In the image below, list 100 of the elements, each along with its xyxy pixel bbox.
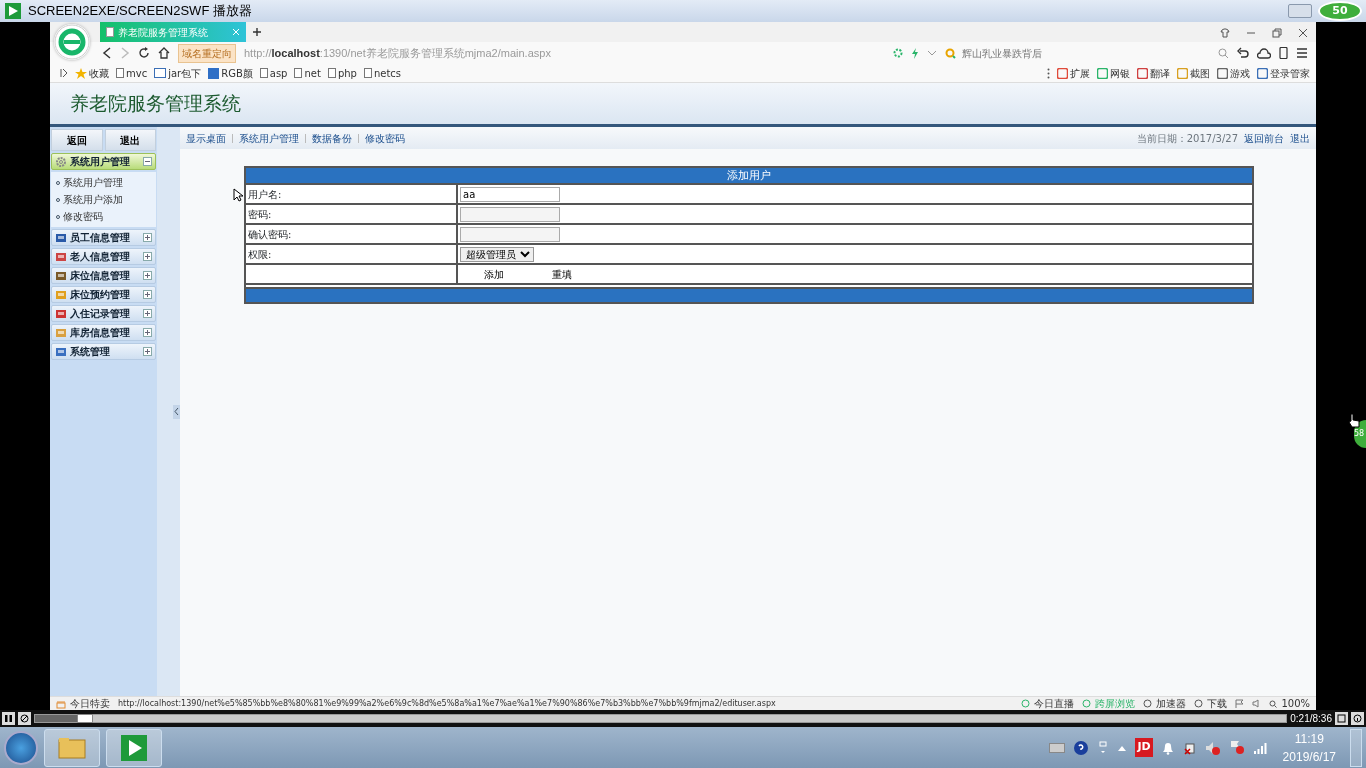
display-icon[interactable] <box>1097 740 1110 755</box>
jd-tray-icon[interactable]: JD <box>1135 738 1153 757</box>
minimize-button[interactable] <box>1288 4 1312 18</box>
nav-link[interactable]: 系统用户管理 <box>239 130 299 146</box>
sidebar-button[interactable]: 返回 <box>51 129 103 151</box>
sidebar-button[interactable]: 退出 <box>104 129 156 151</box>
role-select[interactable]: 超级管理员 <box>460 246 534 262</box>
reload-icon[interactable] <box>138 47 150 59</box>
field-label: 用户名: <box>245 184 457 204</box>
undo-icon[interactable] <box>1237 47 1249 59</box>
expand-icon[interactable] <box>143 347 152 356</box>
restore-icon[interactable] <box>1272 28 1282 38</box>
bookmark-link[interactable]: netcs <box>363 65 402 81</box>
speaker-icon[interactable] <box>1252 699 1262 708</box>
expand-icon[interactable] <box>143 252 152 261</box>
sidebar-toggle-icon[interactable] <box>60 68 68 78</box>
pause-button[interactable] <box>2 712 15 725</box>
expand-icon[interactable] <box>143 290 152 299</box>
bookmark-link[interactable]: 收藏 <box>75 65 109 81</box>
more-icon[interactable] <box>1047 67 1050 79</box>
password-field[interactable] <box>460 226 560 242</box>
submenu-link[interactable]: 系统用户管理 <box>51 174 156 191</box>
menu-header[interactable]: 库房信息管理 <box>51 324 156 341</box>
taskbar-app[interactable] <box>106 728 162 767</box>
chevron-down-icon[interactable] <box>927 49 937 57</box>
zoom-control[interactable]: 100% <box>1269 696 1310 711</box>
bookmark-link[interactable]: RGB颜 <box>208 65 253 81</box>
bookmark-link[interactable]: jar包下 <box>154 65 202 81</box>
status-link[interactable]: 加速器 <box>1143 696 1187 711</box>
field-label: 密码: <box>245 204 457 224</box>
folder-icon <box>55 326 67 339</box>
back-icon[interactable] <box>102 47 112 59</box>
toolbar-link[interactable]: 登录管家 <box>1257 65 1310 81</box>
speaker-muted-icon[interactable] <box>1204 740 1221 755</box>
bookmark-link[interactable]: net <box>294 65 321 81</box>
menu-icon[interactable] <box>1296 48 1308 58</box>
menu-header[interactable]: 入住记录管理 <box>51 305 156 322</box>
progress-thumb[interactable] <box>77 714 94 723</box>
header-link[interactable]: 返回前台 <box>1244 130 1284 146</box>
menu-header[interactable]: 员工信息管理 <box>51 229 156 246</box>
keyboard-icon[interactable] <box>1049 742 1066 753</box>
submenu-link[interactable]: 系统用户添加 <box>51 191 156 208</box>
expand-icon[interactable] <box>143 328 152 337</box>
home-icon[interactable] <box>158 47 170 59</box>
form-button[interactable]: 添加 <box>484 266 504 282</box>
nav-link[interactable]: 数据备份 <box>312 130 352 146</box>
form-button[interactable]: 重填 <box>552 266 572 282</box>
menu-header[interactable]: 床位预约管理 <box>51 286 156 303</box>
password-field[interactable] <box>460 206 560 222</box>
toolbar-link[interactable]: 扩展 <box>1057 65 1090 81</box>
lightning-icon[interactable] <box>911 47 919 59</box>
toolbar-link[interactable]: 截图 <box>1177 65 1210 81</box>
menu-header[interactable]: 系统管理 <box>51 343 156 360</box>
status-link[interactable]: 今日直播 <box>1021 696 1075 711</box>
menu-header[interactable]: 老人信息管理 <box>51 248 156 265</box>
input-field[interactable]: aa <box>460 186 560 202</box>
tool-icon <box>1217 67 1228 79</box>
cloud-icon[interactable] <box>1257 47 1271 59</box>
start-button[interactable] <box>4 730 38 765</box>
shirt-icon[interactable] <box>1220 28 1230 38</box>
status-link[interactable]: 今日特卖 <box>56 696 110 711</box>
menu-header[interactable]: 系统用户管理 <box>51 153 156 170</box>
bell-icon[interactable] <box>1160 740 1175 755</box>
browser-logo-icon[interactable] <box>54 24 90 60</box>
search-field[interactable]: 辉山乳业暴跌背后 <box>960 44 1210 62</box>
collapse-handle[interactable] <box>173 404 180 419</box>
expand-icon[interactable] <box>143 233 152 242</box>
bookmark-link[interactable]: asp <box>259 65 288 81</box>
nav-link[interactable]: 显示桌面 <box>186 130 226 146</box>
search-engine-icon <box>945 47 956 59</box>
flag-icon[interactable] <box>1228 740 1245 755</box>
toolbar-link[interactable]: 翻译 <box>1137 65 1170 81</box>
tool-icon <box>1057 67 1068 79</box>
stop-button[interactable] <box>18 712 31 725</box>
fullscreen-button[interactable] <box>1335 712 1348 725</box>
search-icon[interactable] <box>1218 47 1229 59</box>
help-icon[interactable] <box>1073 739 1090 756</box>
close-icon[interactable] <box>1298 28 1308 38</box>
tool-icon <box>1177 67 1188 79</box>
address-bar[interactable]: http://localhost:1390/net养老院服务管理系统mjma2/main.aspx <box>244 44 885 62</box>
flag-icon[interactable] <box>1235 699 1245 708</box>
status-url: http://localhost:1390/net%e5%85%bb%e8%80%81%e9%99%a2%e6%9c%8d%e5%8a%a1%e7%ae%a1%e7%90%86%e7%b3%bb%e7%bb%9fmjma2/edituser.aspx <box>118 697 777 710</box>
submenu-link[interactable]: 修改密码 <box>51 208 156 225</box>
status-link[interactable]: 下载 <box>1194 696 1228 711</box>
stop-icon <box>20 713 29 723</box>
menu-header[interactable]: 床位信息管理 <box>51 267 156 284</box>
toolbar-link[interactable]: 网银 <box>1097 65 1130 81</box>
collapse-icon[interactable] <box>143 157 152 166</box>
info-button[interactable] <box>1351 712 1364 725</box>
expand-icon[interactable] <box>143 309 152 318</box>
bookmark-link[interactable]: mvc <box>116 65 148 81</box>
bookmark-link[interactable]: php <box>327 65 357 81</box>
new-tab-icon[interactable] <box>252 27 262 37</box>
expand-icon[interactable] <box>143 271 152 280</box>
header-link[interactable]: 退出 <box>1290 130 1310 146</box>
progress-track[interactable] <box>34 714 1288 723</box>
page-icon <box>363 68 372 78</box>
signal-icon[interactable] <box>1252 741 1267 754</box>
toolbar-link[interactable]: 游戏 <box>1217 65 1250 81</box>
nav-link[interactable]: 修改密码 <box>365 130 405 146</box>
